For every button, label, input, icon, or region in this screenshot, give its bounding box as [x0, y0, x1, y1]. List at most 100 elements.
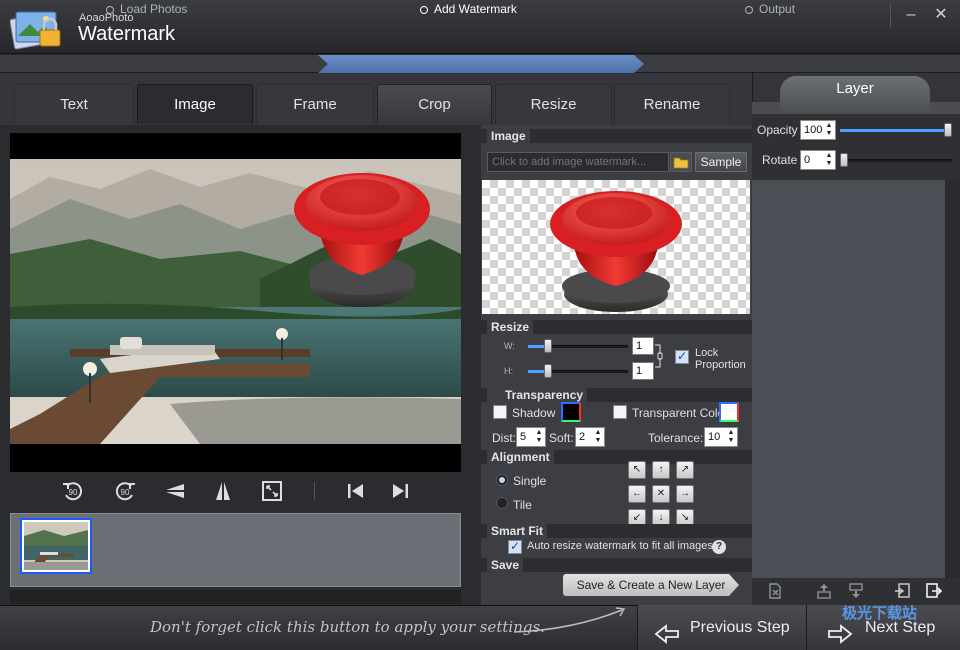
tile-radio[interactable]: [496, 497, 508, 509]
step-add-watermark[interactable]: Add Watermark: [420, 0, 517, 18]
layer-list[interactable]: [752, 180, 945, 578]
shadow-color-swatch[interactable]: [561, 402, 581, 422]
flip-vertical-icon[interactable]: [162, 478, 188, 504]
spinner-arrows-icon[interactable]: ▲ ▼: [824, 122, 834, 138]
tile-label: Tile: [513, 498, 532, 512]
svg-text:90: 90: [121, 488, 130, 497]
width-input[interactable]: 1: [632, 337, 654, 355]
rotate-right-90-icon[interactable]: 90: [112, 478, 138, 504]
app-logo-icon: [9, 6, 66, 50]
alignment-section-title: Alignment: [487, 450, 554, 464]
transparent-color-checkbox[interactable]: [613, 405, 627, 419]
step-output[interactable]: Output: [745, 0, 795, 18]
opacity-spinner[interactable]: 100 ▲ ▼: [800, 120, 836, 140]
step-dot-icon: [420, 6, 428, 14]
width-label: W:: [504, 341, 515, 351]
layer-list-scrollbar[interactable]: [945, 180, 960, 578]
tolerance-value: 10: [708, 431, 721, 443]
rotate-left-90-icon[interactable]: 90: [60, 478, 86, 504]
align-middle-right-icon[interactable]: →: [676, 485, 694, 503]
opacity-label: Opacity: [757, 123, 798, 137]
step-label: Load Photos: [120, 2, 188, 16]
image-section-title: Image: [487, 129, 530, 143]
align-top-right-icon[interactable]: ↗: [676, 461, 694, 479]
tab-rename[interactable]: Rename: [614, 84, 730, 124]
step-dot-icon: [745, 6, 753, 14]
align-top-left-icon[interactable]: ↖: [628, 461, 646, 479]
import-layer-icon[interactable]: [893, 582, 911, 600]
export-layer-icon[interactable]: [925, 582, 943, 600]
width-slider-thumb[interactable]: [544, 339, 552, 353]
step-dot-icon: [106, 6, 114, 14]
rotate-spinner[interactable]: 0 ▲ ▼: [800, 150, 836, 170]
open-folder-button[interactable]: [670, 152, 692, 172]
tab-frame[interactable]: Frame: [256, 84, 374, 124]
folder-icon: [673, 157, 689, 169]
spinner-arrows-icon[interactable]: ▲ ▼: [824, 152, 834, 168]
rotate-slider-track[interactable]: [840, 159, 952, 162]
delete-layer-icon[interactable]: [766, 582, 784, 600]
opacity-slider-fill: [840, 129, 948, 132]
soft-value: 2: [579, 431, 586, 443]
lock-label-line1: Lock: [695, 347, 719, 359]
tolerance-spinner[interactable]: 10 ▲ ▼: [704, 427, 738, 447]
minimize-button[interactable]: –: [896, 4, 926, 26]
single-radio[interactable]: [496, 474, 508, 486]
move-layer-down-icon[interactable]: [847, 582, 865, 600]
dist-spinner[interactable]: 5 ▲ ▼: [516, 427, 546, 447]
fit-screen-icon[interactable]: [259, 478, 285, 504]
photo-thumbnail[interactable]: [20, 518, 92, 574]
spinner-arrows-icon[interactable]: ▲ ▼: [534, 429, 544, 445]
watermark-image-preview: [482, 180, 750, 314]
tolerance-label: Tolerance:: [648, 431, 704, 445]
rotate-label: Rotate: [762, 153, 798, 167]
lock-proportion-checkbox[interactable]: [675, 349, 689, 364]
back-arrow-icon: [654, 617, 680, 644]
link-chain-icon: [655, 343, 663, 369]
auto-resize-checkbox[interactable]: [508, 539, 522, 554]
step-load-photos[interactable]: Load Photos: [106, 0, 187, 18]
transparency-section-title: Transparency: [487, 388, 588, 402]
preview-photo[interactable]: [10, 159, 461, 444]
align-center-icon[interactable]: ✕: [652, 485, 670, 503]
tab-image[interactable]: Image: [137, 84, 253, 124]
image-watermark-input[interactable]: [487, 152, 669, 172]
layer-title: Layer: [780, 76, 930, 114]
close-button[interactable]: ✕: [926, 4, 956, 26]
single-label: Single: [513, 474, 547, 488]
previous-step-label: Previous Step: [690, 619, 790, 636]
thumbnail-scrollbar[interactable]: [10, 590, 461, 604]
auto-resize-label: Auto resize watermark to fit all images.: [527, 540, 716, 552]
align-middle-left-icon[interactable]: ←: [628, 485, 646, 503]
tab-text[interactable]: Text: [14, 84, 134, 124]
tab-resize[interactable]: Resize: [495, 84, 612, 124]
next-photo-icon[interactable]: [388, 478, 414, 504]
tab-crop[interactable]: Crop: [377, 84, 492, 124]
window-separator: [890, 4, 891, 28]
sample-button[interactable]: Sample: [695, 152, 747, 172]
flip-horizontal-icon[interactable]: [210, 478, 236, 504]
site-watermark-text: 极光下载站: [842, 605, 918, 622]
previous-photo-icon[interactable]: [342, 478, 368, 504]
save-section-title: Save: [487, 558, 524, 572]
resize-section-title: Resize: [487, 320, 534, 334]
align-top-center-icon[interactable]: ↑: [652, 461, 670, 479]
rotate-slider-thumb[interactable]: [840, 153, 848, 167]
soft-label: Soft:: [549, 431, 574, 445]
toolbar-separator: [314, 482, 315, 500]
move-layer-up-icon[interactable]: [815, 582, 833, 600]
active-step-highlight: [318, 55, 644, 73]
opacity-slider-thumb[interactable]: [944, 123, 952, 137]
save-create-layer-button[interactable]: Save & Create a New Layer: [563, 574, 739, 596]
spinner-arrows-icon[interactable]: ▲ ▼: [593, 429, 603, 445]
height-input[interactable]: 1: [632, 362, 654, 380]
shadow-checkbox[interactable]: [493, 405, 507, 419]
previous-step-button[interactable]: Previous Step: [637, 605, 807, 650]
help-icon[interactable]: ?: [712, 540, 726, 554]
height-label: H:: [504, 366, 513, 376]
lock-proportion-label: Lock Proportion: [695, 347, 746, 371]
transparent-color-swatch[interactable]: [719, 402, 739, 422]
height-slider-thumb[interactable]: [544, 364, 552, 378]
soft-spinner[interactable]: 2 ▲ ▼: [575, 427, 605, 447]
spinner-arrows-icon[interactable]: ▲ ▼: [726, 429, 736, 445]
